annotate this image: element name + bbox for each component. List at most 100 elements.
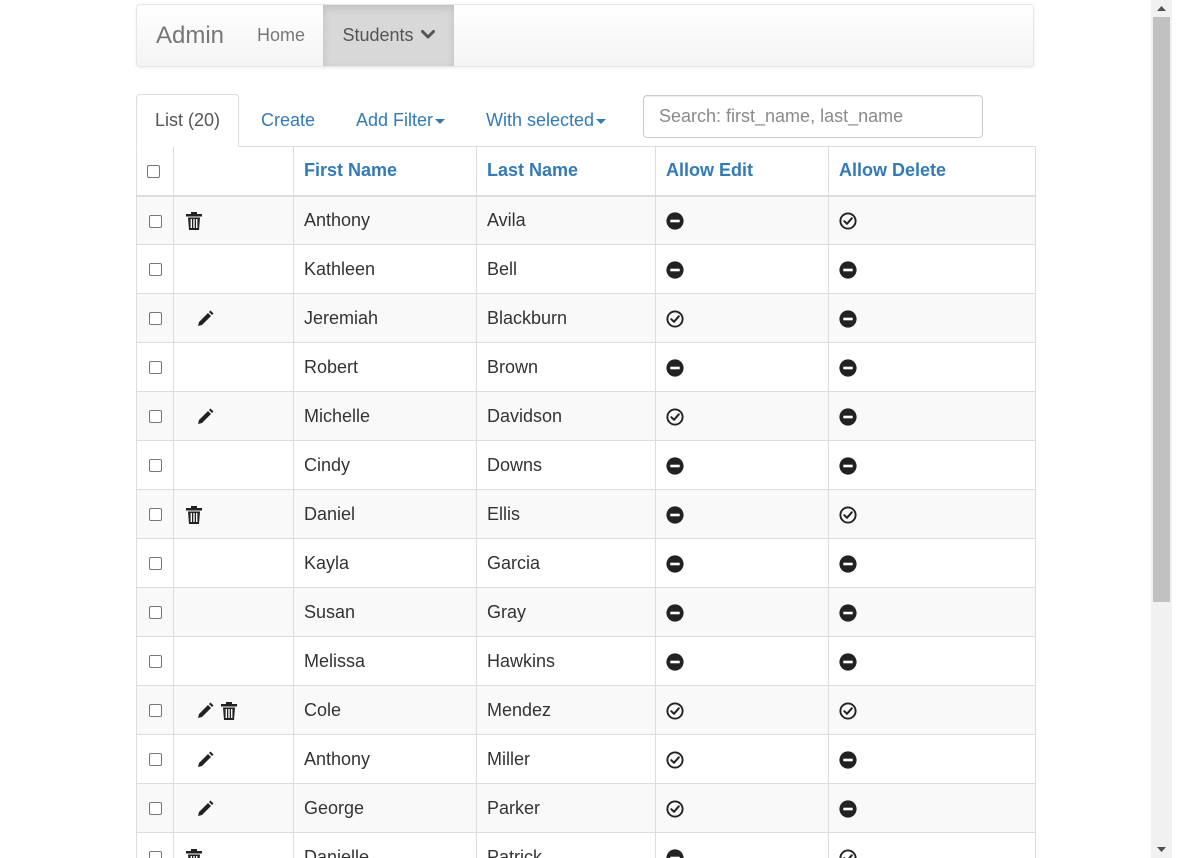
- allow-edit-cell: [655, 832, 829, 858]
- delete-trash-icon[interactable]: [184, 848, 204, 858]
- with-selected-label: With selected: [486, 110, 595, 130]
- row-select-checkbox[interactable]: [148, 704, 162, 718]
- row-actions-cell: [173, 195, 294, 245]
- allow-edit-cell: [655, 342, 829, 392]
- row-select-cell: [136, 734, 174, 784]
- column-header-first-name[interactable]: First Name: [293, 146, 477, 197]
- tab-list[interactable]: List (20): [136, 94, 239, 147]
- table-row: Jeremiah Blackburn: [136, 293, 1036, 343]
- allow-delete-cell: [828, 244, 1036, 294]
- minus-circle-icon: [839, 408, 857, 426]
- last-name-cell: Brown: [476, 342, 656, 392]
- row-select-checkbox[interactable]: [148, 753, 162, 767]
- row-select-checkbox[interactable]: [148, 802, 162, 816]
- first-name-cell: Daniel: [293, 489, 477, 539]
- table-row: Danielle Patrick: [136, 832, 1036, 858]
- last-name-cell: Miller: [476, 734, 656, 784]
- row-select-checkbox[interactable]: [148, 214, 162, 228]
- minus-circle-icon: [666, 604, 684, 622]
- actions-header: [173, 146, 294, 197]
- minus-circle-icon: [666, 457, 684, 475]
- scroll-down-arrow-icon[interactable]: [1151, 841, 1172, 858]
- row-select-cell: [136, 195, 174, 245]
- check-circle-icon: [839, 702, 857, 720]
- table-row: Anthony Miller: [136, 734, 1036, 784]
- row-select-cell: [136, 391, 174, 441]
- row-actions-cell: [173, 538, 294, 588]
- navbar-brand[interactable]: Admin: [156, 22, 224, 50]
- search-input[interactable]: [643, 95, 983, 138]
- row-actions-cell: [173, 293, 294, 343]
- check-circle-icon: [666, 310, 684, 328]
- allow-delete-cell: [828, 195, 1036, 245]
- first-name-cell: Kayla: [293, 538, 477, 588]
- check-circle-icon: [839, 506, 857, 524]
- tab-create[interactable]: Create: [261, 94, 315, 146]
- edit-pencil-icon[interactable]: [195, 701, 215, 721]
- vertical-scrollbar[interactable]: [1151, 0, 1172, 858]
- allow-delete-cell: [828, 489, 1036, 539]
- row-select-checkbox[interactable]: [148, 410, 162, 424]
- minus-circle-icon: [839, 555, 857, 573]
- edit-pencil-icon[interactable]: [195, 309, 215, 329]
- check-circle-icon: [666, 408, 684, 426]
- edit-pencil-icon[interactable]: [195, 407, 215, 427]
- allow-edit-cell: [655, 783, 829, 833]
- row-select-cell: [136, 832, 174, 858]
- minus-circle-icon: [666, 653, 684, 671]
- caret-down-icon: [596, 118, 607, 124]
- column-header-allow-delete[interactable]: Allow Delete: [828, 146, 1036, 197]
- minus-circle-icon: [839, 457, 857, 475]
- row-select-checkbox[interactable]: [148, 557, 162, 571]
- scroll-up-arrow-icon[interactable]: [1151, 0, 1172, 17]
- delete-trash-icon[interactable]: [184, 505, 204, 525]
- last-name-cell: Garcia: [476, 538, 656, 588]
- row-select-cell: [136, 636, 174, 686]
- first-name-cell: Melissa: [293, 636, 477, 686]
- table-row: Susan Gray: [136, 587, 1036, 637]
- scrollbar-thumb[interactable]: [1153, 17, 1170, 602]
- row-select-checkbox[interactable]: [148, 508, 162, 522]
- minus-circle-icon: [666, 261, 684, 279]
- row-select-cell: [136, 440, 174, 490]
- row-select-checkbox[interactable]: [148, 361, 162, 375]
- first-name-cell: Anthony: [293, 734, 477, 784]
- column-header-allow-edit[interactable]: Allow Edit: [655, 146, 829, 197]
- allow-edit-cell: [655, 734, 829, 784]
- allow-edit-cell: [655, 391, 829, 441]
- row-select-checkbox[interactable]: [148, 851, 162, 858]
- first-name-cell: Robert: [293, 342, 477, 392]
- delete-trash-icon[interactable]: [219, 701, 239, 721]
- table-row: Robert Brown: [136, 342, 1036, 392]
- row-actions-cell: [173, 391, 294, 441]
- allow-edit-cell: [655, 489, 829, 539]
- nav-students-dropdown[interactable]: Students: [323, 5, 454, 66]
- check-circle-icon: [839, 212, 857, 230]
- allow-edit-cell: [655, 587, 829, 637]
- select-all-checkbox[interactable]: [147, 165, 160, 178]
- row-select-checkbox[interactable]: [148, 312, 162, 326]
- last-name-cell: Hawkins: [476, 636, 656, 686]
- nav-home-link[interactable]: Home: [257, 5, 305, 66]
- first-name-cell: Michelle: [293, 391, 477, 441]
- row-select-checkbox[interactable]: [148, 606, 162, 620]
- nav-students-label: Students: [342, 25, 414, 45]
- check-circle-icon: [839, 849, 857, 858]
- row-select-checkbox[interactable]: [148, 263, 162, 277]
- delete-trash-icon[interactable]: [184, 211, 204, 231]
- row-select-checkbox[interactable]: [148, 459, 162, 473]
- allow-edit-cell: [655, 685, 829, 735]
- edit-pencil-icon[interactable]: [195, 750, 215, 770]
- row-select-checkbox[interactable]: [148, 655, 162, 669]
- caret-down-icon: [435, 118, 446, 124]
- allow-delete-cell: [828, 440, 1036, 490]
- add-filter-dropdown[interactable]: Add Filter: [356, 94, 446, 146]
- row-actions-cell: [173, 440, 294, 490]
- last-name-cell: Ellis: [476, 489, 656, 539]
- first-name-cell: Kathleen: [293, 244, 477, 294]
- with-selected-dropdown[interactable]: With selected: [486, 94, 607, 146]
- edit-pencil-icon[interactable]: [195, 799, 215, 819]
- row-actions-cell: [173, 832, 294, 858]
- page: Admin Home Students List (20) Create Add…: [0, 0, 1172, 858]
- column-header-last-name[interactable]: Last Name: [476, 146, 656, 197]
